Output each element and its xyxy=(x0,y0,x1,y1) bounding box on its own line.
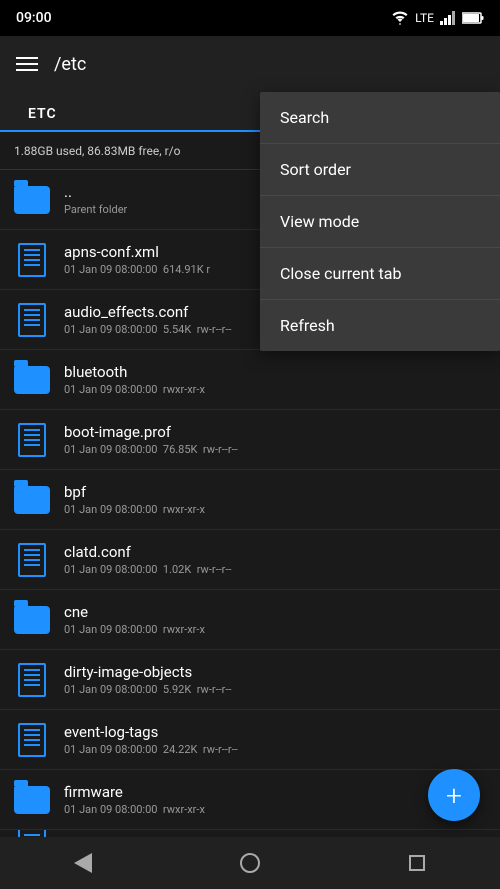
dropdown-item-sort-order[interactable]: Sort order xyxy=(260,144,500,196)
wifi-icon xyxy=(391,11,409,25)
signal-icon xyxy=(440,11,456,25)
lte-label: LTE xyxy=(415,11,434,25)
status-bar: 09:00 LTE xyxy=(0,0,500,36)
status-time: 09:00 xyxy=(16,10,52,26)
top-bar: /etc xyxy=(0,36,500,92)
status-icons: LTE xyxy=(391,11,484,25)
battery-icon xyxy=(462,12,484,24)
dropdown-item-close-tab[interactable]: Close current tab xyxy=(260,248,500,300)
hamburger-button[interactable] xyxy=(16,57,38,71)
dropdown-menu: Search Sort order View mode Close curren… xyxy=(260,92,500,351)
dropdown-item-view-mode[interactable]: View mode xyxy=(260,196,500,248)
dropdown-item-refresh[interactable]: Refresh xyxy=(260,300,500,351)
current-path: /etc xyxy=(54,54,484,75)
dropdown-item-search[interactable]: Search xyxy=(260,92,500,144)
